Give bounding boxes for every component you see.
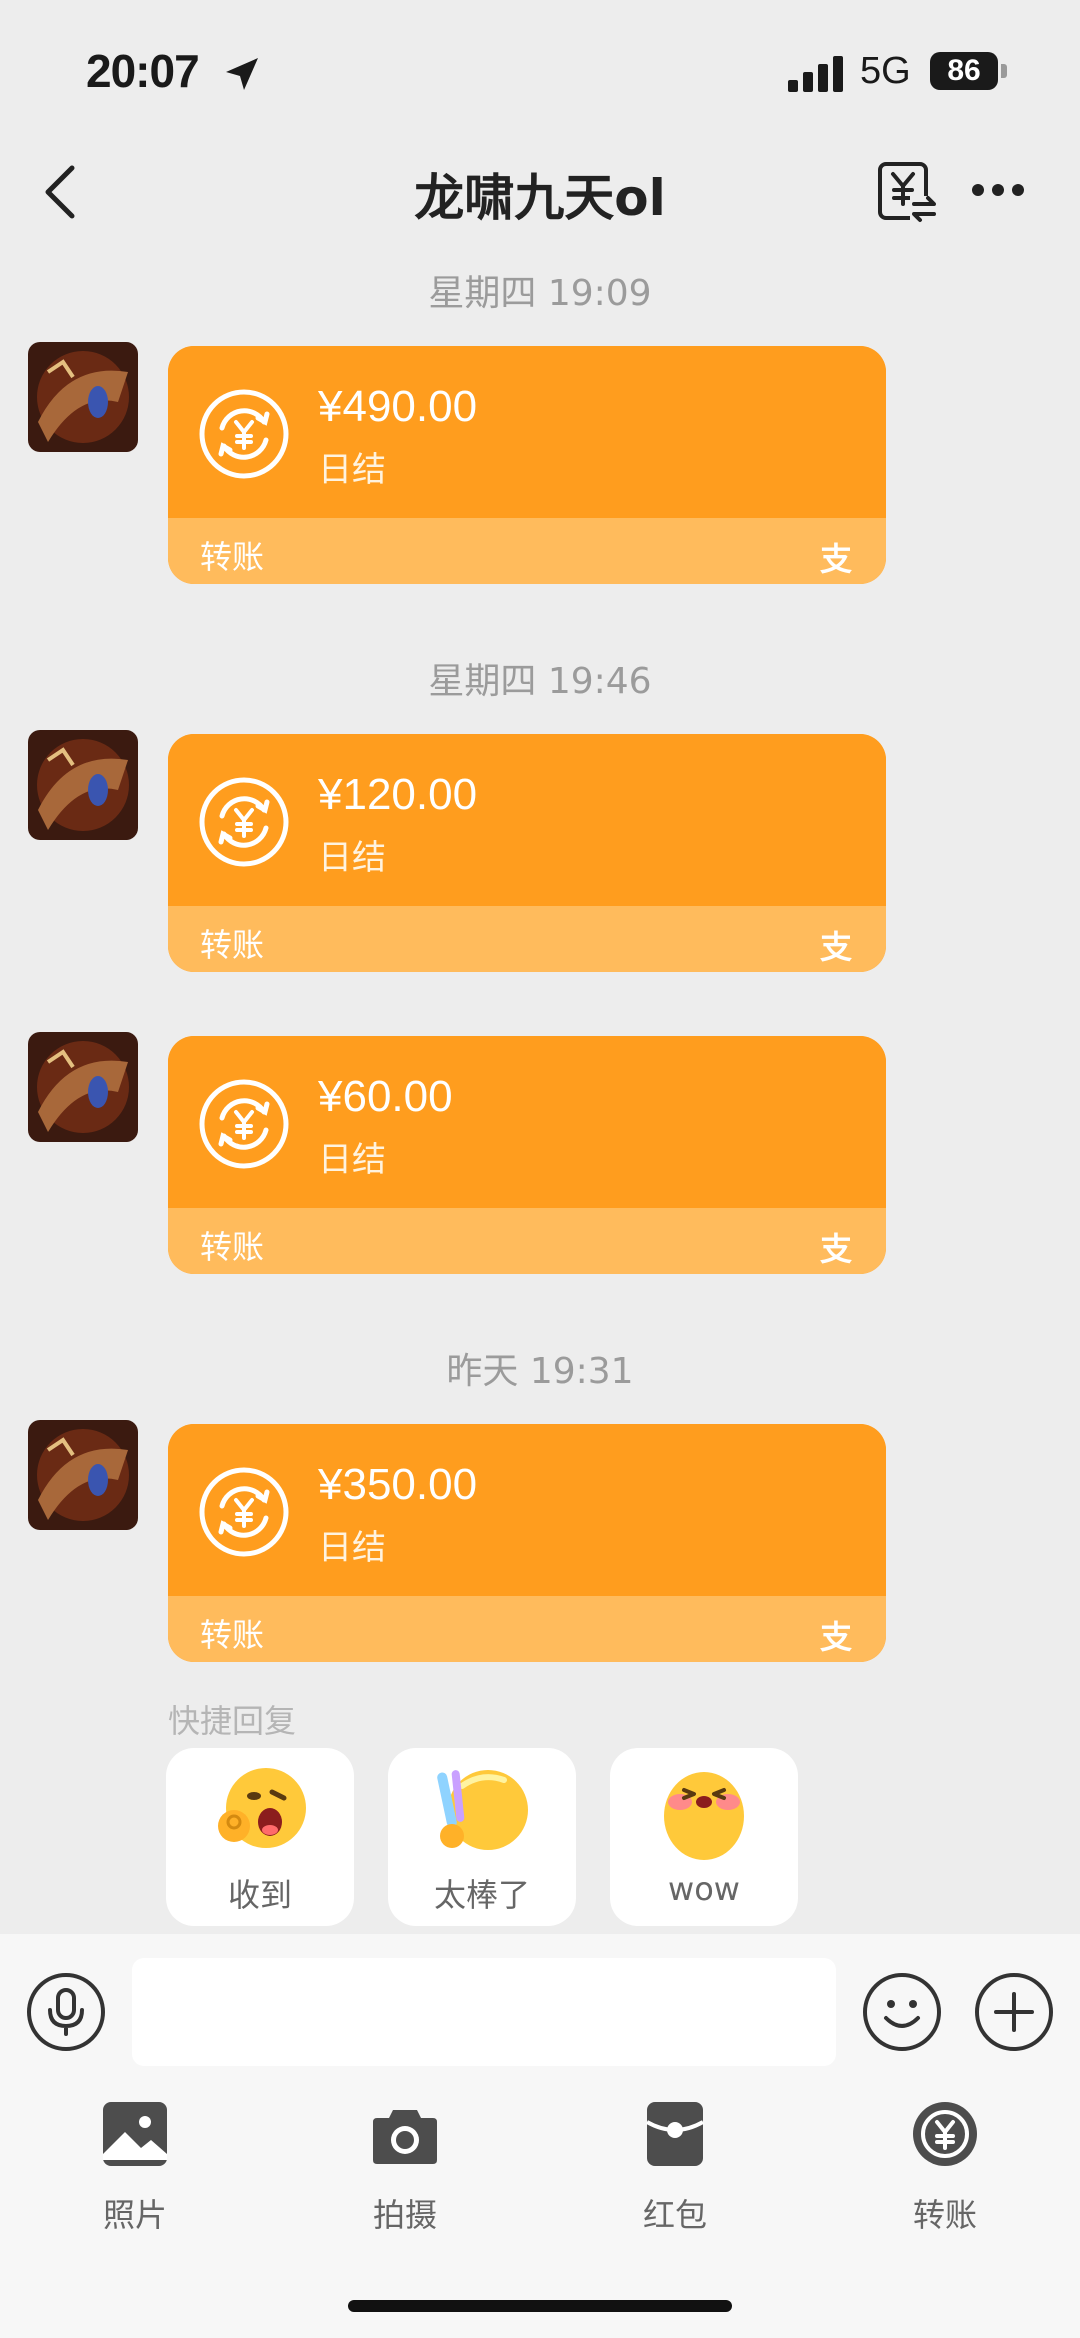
tool-label: 转账 <box>912 2196 977 2234</box>
tool-label: 红包 <box>642 2196 707 2234</box>
transfer-icon <box>199 1467 289 1557</box>
network-type: 5G <box>860 50 911 92</box>
battery-level: 86 <box>947 54 981 87</box>
transfer-icon <box>199 389 289 479</box>
tool-transfer[interactable]: 转账 <box>855 2100 1035 2240</box>
quick-reply-text: 收到 <box>227 1876 292 1914</box>
quick-reply-label: 快捷回复 <box>168 1702 297 1740</box>
transfer-amount: ¥350.00 <box>318 1460 478 1509</box>
transfer-amount: ¥490.00 <box>318 382 478 431</box>
cellular-signal-icon <box>788 56 843 92</box>
voice-input-icon[interactable] <box>26 1972 106 2052</box>
photo-icon <box>103 2102 167 2166</box>
message-timestamp: 昨天 19:31 <box>446 1351 634 1392</box>
transfer-card[interactable]: ¥120.00 日结 转账 支 <box>168 734 886 972</box>
thumbs-up-emoji-icon <box>437 1770 528 1850</box>
transfer-note: 日结 <box>318 838 386 878</box>
blush-emoji-icon <box>664 1772 744 1860</box>
red-packet-icon <box>646 2102 704 2166</box>
transfer-note: 日结 <box>318 450 386 490</box>
transfer-note: 日结 <box>318 1140 386 1180</box>
quick-reply-chip[interactable]: 收到 <box>166 1748 354 1926</box>
alipay-brand-icon: 支 <box>820 1618 853 1656</box>
tool-camera[interactable]: 拍摄 <box>315 2100 495 2240</box>
tool-label: 拍摄 <box>372 2196 437 2234</box>
transfer-label: 转账 <box>200 926 265 964</box>
quick-reply-text: 太棒了 <box>433 1876 530 1914</box>
location-arrow-icon <box>226 58 258 90</box>
transfer-card[interactable]: ¥490.00 日结 转账 支 <box>168 346 886 584</box>
transfer-note: 日结 <box>318 1528 386 1568</box>
emoji-icon[interactable] <box>862 1972 942 2052</box>
transfer-label: 转账 <box>200 1228 265 1266</box>
message-timestamp: 星期四 19:46 <box>428 661 652 702</box>
alipay-brand-icon: 支 <box>820 540 853 578</box>
transfer-card[interactable]: ¥60.00 日结 转账 支 <box>168 1036 886 1274</box>
plus-icon[interactable] <box>974 1972 1054 2052</box>
contact-avatar[interactable] <box>28 730 138 840</box>
tool-label: 照片 <box>102 2196 167 2234</box>
message-input[interactable] <box>132 1958 836 2066</box>
tool-photo[interactable]: 照片 <box>45 2100 225 2240</box>
home-indicator[interactable] <box>348 2300 732 2312</box>
transfer-amount: ¥60.00 <box>318 1072 453 1121</box>
ok-hand-emoji-icon <box>218 1768 306 1848</box>
more-options-icon[interactable] <box>970 178 1026 202</box>
quick-reply-chip[interactable]: 太棒了 <box>388 1748 576 1926</box>
status-time: 20:07 <box>86 45 200 97</box>
transfer-card[interactable]: ¥350.00 日结 转账 支 <box>168 1424 886 1662</box>
quick-reply-text: wow <box>668 1870 740 1908</box>
camera-icon <box>373 2110 437 2164</box>
message-timestamp: 星期四 19:09 <box>428 273 652 314</box>
contact-avatar[interactable] <box>28 342 138 452</box>
transfer-label: 转账 <box>200 1616 265 1654</box>
contact-avatar[interactable] <box>28 1032 138 1142</box>
transfer-icon <box>913 2102 977 2166</box>
alipay-brand-icon: 支 <box>820 1230 853 1268</box>
transfer-label: 转账 <box>200 538 265 576</box>
tool-red-packet[interactable]: 红包 <box>585 2100 765 2240</box>
transfer-amount: ¥120.00 <box>318 770 478 819</box>
transfer-record-icon[interactable] <box>876 160 938 224</box>
transfer-icon <box>199 1079 289 1169</box>
quick-reply-chip[interactable]: wow <box>610 1748 798 1926</box>
battery-icon: 86 <box>930 52 1008 90</box>
alipay-brand-icon: 支 <box>820 928 853 966</box>
transfer-icon <box>199 777 289 867</box>
contact-avatar[interactable] <box>28 1420 138 1530</box>
